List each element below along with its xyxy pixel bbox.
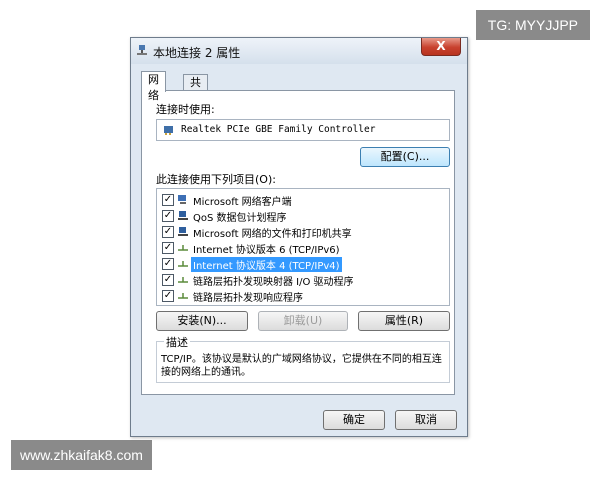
item-checkbox[interactable]: ✓	[162, 210, 174, 222]
tab-network[interactable]: 网络	[141, 71, 166, 102]
list-item[interactable]: ✓ Microsoft 网络客户端	[157, 192, 449, 208]
item-checkbox[interactable]: ✓	[162, 258, 174, 270]
description-group: TCP/IP。该协议是默认的广域网络协议，它提供在不同的相互连接的网络上的通讯。	[156, 341, 450, 383]
network-tab-panel: 连接时使用: Realtek PCIe GBE Family Controlle…	[141, 90, 455, 395]
list-item[interactable]: ✓ 链路层拓扑发现映射器 I/O 驱动程序	[157, 272, 449, 288]
item-checkbox[interactable]: ✓	[162, 274, 174, 286]
components-list[interactable]: ✓ Microsoft 网络客户端 ✓ QoS 数据包计划程序 ✓ Micros…	[156, 188, 450, 306]
item-label: Microsoft 网络客户端	[193, 197, 292, 208]
close-button[interactable]: X	[421, 38, 461, 56]
adapter-card-icon	[164, 126, 173, 135]
protocol-icon	[178, 277, 188, 283]
item-label: 链路层拓扑发现映射器 I/O 驱动程序	[193, 277, 354, 288]
network-adapter-icon	[137, 45, 147, 55]
protocol-icon	[178, 293, 188, 299]
item-label: Internet 协议版本 4 (TCP/IPv4)	[191, 257, 342, 272]
item-label: 链路层拓扑发现响应程序	[193, 293, 303, 304]
item-checkbox[interactable]: ✓	[162, 290, 174, 302]
tab-sharing[interactable]: 共享	[183, 74, 208, 105]
configure-button[interactable]: 配置(C)...	[360, 147, 450, 167]
properties-dialog: 本地连接 2 属性 X 网络 共享 连接时使用: Realtek PCIe GB…	[130, 37, 468, 437]
item-label: Internet 协议版本 6 (TCP/IPv6)	[193, 245, 340, 256]
watermark-top: TG: MYYJJPP	[475, 10, 590, 40]
description-title: 描述	[164, 334, 190, 350]
dialog-client: 网络 共享 连接时使用: Realtek PCIe GBE Family Con…	[137, 68, 461, 430]
network-client-icon	[178, 195, 186, 204]
protocol-icon	[178, 261, 188, 267]
protocol-icon	[178, 245, 188, 251]
adapter-field: Realtek PCIe GBE Family Controller	[156, 119, 450, 141]
file-printer-sharing-icon	[178, 227, 188, 236]
item-checkbox[interactable]: ✓	[162, 194, 174, 206]
properties-button[interactable]: 属性(R)	[358, 311, 450, 331]
install-button[interactable]: 安装(N)...	[156, 311, 248, 331]
list-item-selected[interactable]: ✓ Internet 协议版本 4 (TCP/IPv4)	[157, 256, 449, 272]
dialog-title: 本地连接 2 属性	[153, 46, 241, 60]
qos-icon	[178, 211, 188, 220]
ok-button[interactable]: 确定	[323, 410, 385, 430]
watermark-bottom: www.zhkaifak8.com	[11, 440, 152, 470]
item-label: Microsoft 网络的文件和打印机共享	[193, 229, 352, 240]
adapter-name: Realtek PCIe GBE Family Controller	[181, 124, 376, 135]
close-icon: X	[436, 39, 446, 53]
item-label: QoS 数据包计划程序	[193, 213, 287, 224]
list-item[interactable]: ✓ 链路层拓扑发现响应程序	[157, 288, 449, 304]
list-item[interactable]: ✓ QoS 数据包计划程序	[157, 208, 449, 224]
connect-using-label: 连接时使用:	[156, 103, 215, 116]
items-label: 此连接使用下列项目(O):	[156, 173, 276, 186]
title-bar[interactable]: 本地连接 2 属性 X	[131, 38, 467, 64]
item-checkbox[interactable]: ✓	[162, 226, 174, 238]
description-text: TCP/IP。该协议是默认的广域网络协议，它提供在不同的相互连接的网络上的通讯。	[161, 354, 442, 378]
item-checkbox[interactable]: ✓	[162, 242, 174, 254]
cancel-button[interactable]: 取消	[395, 410, 457, 430]
list-item[interactable]: ✓ Microsoft 网络的文件和打印机共享	[157, 224, 449, 240]
uninstall-button: 卸载(U)	[258, 311, 348, 331]
list-item[interactable]: ✓ Internet 协议版本 6 (TCP/IPv6)	[157, 240, 449, 256]
